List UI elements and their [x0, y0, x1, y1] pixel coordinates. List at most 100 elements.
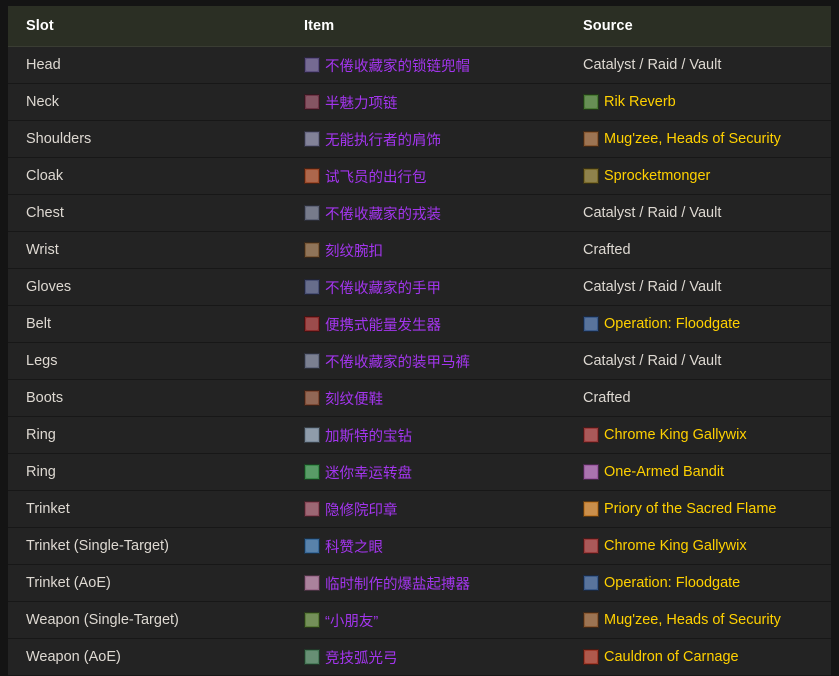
table-row: Head 不倦收藏家的锁链兜帽 Catalyst / Raid / Vault — [8, 46, 831, 84]
item-cell: 临时制作的爆盐起搏器 — [285, 564, 567, 602]
weapon-gun-icon — [304, 612, 320, 628]
slot-cell: Boots — [8, 379, 285, 417]
item-link[interactable]: 试飞员的出行包 — [304, 166, 567, 187]
column-header-source[interactable]: Source — [567, 6, 831, 47]
source-link[interactable]: Operation: Floodgate — [583, 575, 831, 591]
source-name: Rik Reverb — [604, 94, 676, 110]
item-name: 隐修院印章 — [325, 502, 398, 519]
source-link[interactable]: Cauldron of Carnage — [583, 649, 831, 665]
source-name: One-Armed Bandit — [604, 464, 725, 480]
item-link[interactable]: 不倦收藏家的锁链兜帽 — [304, 55, 567, 76]
item-cell: 无能执行者的肩饰 — [285, 120, 567, 158]
slot-cell: Head — [8, 46, 285, 84]
item-link[interactable]: 不倦收藏家的手甲 — [304, 277, 567, 298]
source-cell: Crafted — [567, 231, 831, 269]
table-row: Cloak 试飞员的出行包 Sprocketmonger — [8, 157, 831, 195]
table-row: Wrist 刻纹腕扣 Crafted — [8, 231, 831, 269]
source-link[interactable]: Chrome King Gallywix — [583, 427, 831, 443]
belt-generator-icon — [304, 316, 320, 332]
source-cell: Operation: Floodgate — [567, 305, 831, 343]
item-name: 刻纹便鞋 — [325, 391, 383, 408]
dungeon-floodgate-icon — [583, 575, 599, 591]
item-cell: 不倦收藏家的手甲 — [285, 268, 567, 306]
source-cell: Priory of the Sacred Flame — [567, 490, 831, 528]
slot-cell: Belt — [8, 305, 285, 343]
source-name: Sprocketmonger — [604, 168, 711, 184]
table-row: Weapon (Single-Target) “小朋友” Mug'zee, Head… — [8, 601, 831, 639]
source-link[interactable]: Rik Reverb — [583, 94, 831, 110]
source-link[interactable]: Operation: Floodgate — [583, 316, 831, 332]
table-row: Boots 刻纹便鞋 Crafted — [8, 379, 831, 417]
wrist-bracer-icon — [304, 242, 320, 258]
source-name: Crafted — [583, 242, 631, 258]
source-link[interactable]: One-Armed Bandit — [583, 464, 831, 480]
boss-one-armed-bandit-icon — [583, 464, 599, 480]
item-link[interactable]: 刻纹便鞋 — [304, 388, 567, 409]
slot-cell: Ring — [8, 453, 285, 491]
slot-cell: Chest — [8, 194, 285, 232]
item-cell: 半魅力项链 — [285, 83, 567, 121]
table-row: Legs 不倦收藏家的装甲马裤 Catalyst / Raid / Vault — [8, 342, 831, 380]
column-header-item[interactable]: Item — [285, 6, 567, 47]
slot-cell: Trinket — [8, 490, 285, 528]
neck-amulet-icon — [304, 94, 320, 110]
item-name: 半魅力项链 — [325, 95, 398, 112]
source-name: Operation: Floodgate — [604, 575, 741, 591]
trinket-seal-icon — [304, 501, 320, 517]
boss-mugzee-icon — [583, 612, 599, 628]
item-link[interactable]: 无能执行者的肩饰 — [304, 129, 567, 150]
source-link[interactable]: Sprocketmonger — [583, 168, 831, 184]
gloves-mail-icon — [304, 279, 320, 295]
item-link[interactable]: 竞技弧光弓 — [304, 647, 567, 668]
item-link[interactable]: 科赞之眼 — [304, 536, 567, 557]
item-link[interactable]: 临时制作的爆盐起搏器 — [304, 573, 567, 594]
item-cell: 便携式能量发生器 — [285, 305, 567, 343]
item-link[interactable]: 便携式能量发生器 — [304, 314, 567, 335]
item-link[interactable]: 刻纹腕扣 — [304, 240, 567, 261]
source-text: Catalyst / Raid / Vault — [583, 353, 831, 369]
source-cell: Catalyst / Raid / Vault — [567, 342, 831, 380]
item-link[interactable]: 加斯特的宝钻 — [304, 425, 567, 446]
gear-recommendation-page: Slot Item Source Head 不倦收藏家的锁链兜帽 Catalyst … — [0, 6, 839, 676]
trinket-eye-icon — [304, 538, 320, 554]
source-cell: Mug'zee, Heads of Security — [567, 601, 831, 639]
item-cell: 不倦收藏家的戎装 — [285, 194, 567, 232]
slot-cell: Ring — [8, 416, 285, 454]
source-link[interactable]: Priory of the Sacred Flame — [583, 501, 831, 517]
source-link[interactable]: Mug'zee, Heads of Security — [583, 612, 831, 628]
source-cell: One-Armed Bandit — [567, 453, 831, 491]
item-link[interactable]: “小朋友” — [304, 610, 567, 631]
column-header-slot[interactable]: Slot — [8, 6, 285, 47]
source-text: Catalyst / Raid / Vault — [583, 279, 831, 295]
dungeon-floodgate-icon — [583, 316, 599, 332]
ring-wheel-icon — [304, 464, 320, 480]
item-name: 不倦收藏家的手甲 — [325, 280, 441, 297]
source-name: Cauldron of Carnage — [604, 649, 739, 665]
source-link[interactable]: Chrome King Gallywix — [583, 538, 831, 554]
ring-gem-icon — [304, 427, 320, 443]
item-link[interactable]: 半魅力项链 — [304, 92, 567, 113]
item-link[interactable]: 不倦收藏家的装甲马裤 — [304, 351, 567, 372]
source-name: Catalyst / Raid / Vault — [583, 353, 722, 369]
source-name: Operation: Floodgate — [604, 316, 741, 332]
item-cell: 刻纹腕扣 — [285, 231, 567, 269]
table-row: Neck 半魅力项链 Rik Reverb — [8, 83, 831, 121]
source-cell: Rik Reverb — [567, 83, 831, 121]
boss-rik-reverb-icon — [583, 94, 599, 110]
table-row: Weapon (AoE) 竞技弧光弓 Cauldron of Carnage — [8, 638, 831, 676]
item-name: 试飞员的出行包 — [325, 169, 427, 186]
item-link[interactable]: 迷你幸运转盘 — [304, 462, 567, 483]
source-link[interactable]: Mug'zee, Heads of Security — [583, 131, 831, 147]
boots-shoes-icon — [304, 390, 320, 406]
item-name: 刻纹腕扣 — [325, 243, 383, 260]
slot-cell: Legs — [8, 342, 285, 380]
source-name: Mug'zee, Heads of Security — [604, 131, 781, 147]
trinket-pacemaker-icon — [304, 575, 320, 591]
weapon-bow-icon — [304, 649, 320, 665]
item-name: 临时制作的爆盐起搏器 — [325, 576, 470, 593]
item-link[interactable]: 隐修院印章 — [304, 499, 567, 520]
item-link[interactable]: 不倦收藏家的戎装 — [304, 203, 567, 224]
slot-cell: Cloak — [8, 157, 285, 195]
item-cell: 迷你幸运转盘 — [285, 453, 567, 491]
item-cell: 竞技弧光弓 — [285, 638, 567, 676]
